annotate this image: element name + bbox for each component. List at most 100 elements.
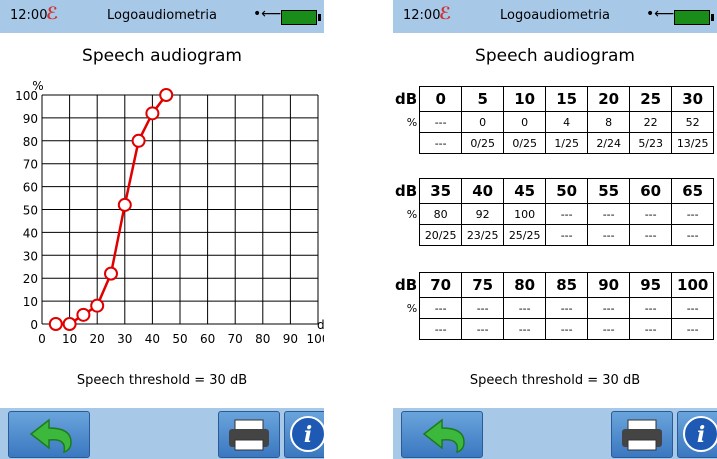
score-cell: ---: [587, 318, 631, 340]
db-header-cell: 0: [419, 86, 463, 112]
data-point: [131, 133, 146, 148]
score-cell: ---: [503, 318, 547, 340]
y-tick-label: 60: [23, 181, 38, 195]
db-header-cell: 80: [503, 272, 547, 298]
x-tick-label: 100: [307, 332, 324, 346]
db-header-cell: 95: [629, 272, 673, 298]
y-tick-label: 50: [23, 204, 38, 218]
row-label: dB: [395, 276, 418, 294]
speech-threshold: Speech threshold = 30 dB: [76, 373, 248, 388]
row-label: %: [406, 207, 418, 221]
percent-cell: 22: [629, 111, 673, 133]
row-label: [395, 225, 420, 246]
info-icon: i: [683, 416, 717, 452]
info-button[interactable]: i: [284, 411, 324, 458]
x-tick-label: 10: [62, 332, 77, 346]
score-cell: ---: [629, 224, 673, 246]
svg-text:i: i: [304, 422, 312, 448]
percent-cell: ---: [461, 297, 505, 319]
percent-cell: ---: [545, 203, 589, 225]
x-axis-label: dB: [317, 318, 324, 332]
score-cell: ---: [629, 318, 673, 340]
svg-text:i: i: [697, 422, 705, 448]
score-cell: 0/25: [461, 132, 505, 154]
score-cell: 25/25: [503, 224, 547, 246]
y-tick-label: 40: [23, 226, 38, 240]
db-header-cell: 45: [503, 178, 547, 204]
score-cell: ---: [671, 318, 715, 340]
db-header-cell: 85: [545, 272, 589, 298]
db-header-cell: 5: [461, 86, 505, 112]
y-tick-label: 90: [23, 112, 38, 126]
db-header-cell: 30: [671, 86, 715, 112]
db-header-cell: 55: [587, 178, 631, 204]
score-cell: ---: [545, 318, 589, 340]
db-header-cell: 40: [461, 178, 505, 204]
row-label: dB: [395, 90, 418, 108]
score-cell: 1/25: [545, 132, 589, 154]
db-header-cell: 15: [545, 86, 589, 112]
data-point: [159, 88, 174, 102]
y-tick-label: 10: [23, 295, 38, 309]
print-button[interactable]: [218, 411, 280, 458]
percent-cell: ---: [545, 297, 589, 319]
x-tick-label: 0: [38, 332, 46, 346]
data-point: [76, 307, 91, 322]
page-title: Speech audiogram: [82, 46, 242, 66]
y-tick-label: 0: [30, 318, 38, 332]
print-button[interactable]: [611, 411, 673, 458]
table-row: % 80 92 100 --- --- --- ---: [395, 203, 715, 225]
percent-cell: ---: [671, 297, 715, 319]
percent-cell: 92: [461, 203, 505, 225]
data-point: [104, 266, 118, 281]
speech-threshold: Speech threshold = 30 dB: [469, 373, 641, 388]
row-label: [395, 319, 420, 340]
results-table: dB 70 75 80 85 90 95 100% --- --- --- --- --- --- --- -…: [395, 272, 715, 340]
table-row: dB 35 40 45 50 55 60 65: [395, 178, 715, 204]
data-point: [90, 298, 105, 313]
percent-cell: 0: [461, 111, 505, 133]
x-tick-label: 30: [117, 332, 132, 346]
percent-cell: 0: [503, 111, 547, 133]
results-table: dB 35 40 45 50 55 60 65% 80 92 100 --- --- --- --- 20/2…: [395, 178, 715, 246]
score-cell: 20/25: [419, 224, 463, 246]
toolbar: i: [393, 408, 717, 459]
percent-cell: 100: [503, 203, 547, 225]
screen-chart: 12:00 ℰ Logoaudiometria •⟵⊶ Speech audio…: [0, 0, 324, 459]
score-cell: ---: [461, 318, 505, 340]
y-tick-label: 20: [23, 272, 38, 286]
speech-audiogram-chart: 0 10 20 30 40 50 60 70 80 90 100 0 10 20 30 40 50 60 70 80 9…: [15, 79, 324, 346]
table-row: dB 0 5 10 15 20 25 30: [395, 86, 715, 112]
db-header-cell: 50: [545, 178, 589, 204]
y-tick-label: 30: [23, 249, 38, 263]
row-label: %: [406, 301, 418, 315]
score-cell: ---: [545, 224, 589, 246]
page-title: Speech audiogram: [475, 46, 635, 66]
score-cell: 13/25: [671, 132, 715, 154]
back-button[interactable]: [8, 411, 90, 458]
db-header-cell: 100: [671, 272, 715, 298]
info-button[interactable]: i: [677, 411, 717, 458]
x-tick-label: 40: [145, 332, 160, 346]
back-arrow-icon: [422, 418, 465, 454]
printer-icon: [229, 419, 269, 451]
percent-cell: 4: [545, 111, 589, 133]
db-header-cell: 75: [461, 272, 505, 298]
percent-cell: ---: [671, 203, 715, 225]
row-label: %: [406, 115, 418, 129]
score-cell: ---: [419, 132, 463, 154]
data-point: [48, 317, 63, 331]
y-tick-label: 70: [23, 158, 38, 172]
x-tick-label: 70: [228, 332, 243, 346]
x-tick-label: 20: [90, 332, 105, 346]
score-cell: 5/23: [629, 132, 673, 154]
percent-cell: ---: [419, 297, 463, 319]
screen-table: 12:00 ℰ Logoaudiometria •⟵⊶ Speech audio…: [393, 0, 717, 459]
x-tick-label: 50: [172, 332, 187, 346]
battery-icon: [674, 10, 714, 25]
score-cell: ---: [587, 224, 631, 246]
table-row: % --- 0 0 4 8 22 52: [395, 111, 715, 133]
y-tick-label: 80: [23, 135, 38, 149]
back-button[interactable]: [401, 411, 483, 458]
score-cell: 23/25: [461, 224, 505, 246]
